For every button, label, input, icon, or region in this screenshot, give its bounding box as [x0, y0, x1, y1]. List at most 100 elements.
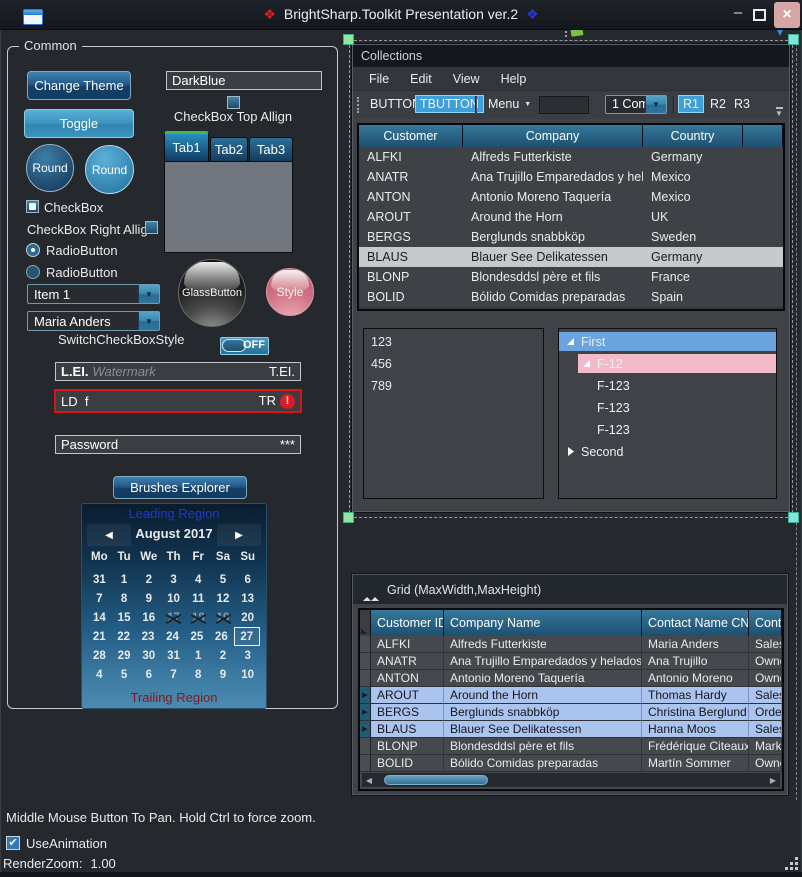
scroll-right-icon[interactable]: ▶	[766, 776, 780, 785]
table-row[interactable]: ▶BLAUSBlauer See DelikatessenHanna MoosS…	[360, 721, 782, 738]
row-header[interactable]	[360, 738, 371, 755]
calendar-day[interactable]: 12	[211, 589, 236, 608]
grid2-hscrollbar[interactable]: ◀ ▶	[362, 773, 780, 787]
menu-view[interactable]: View	[449, 70, 484, 88]
calendar-day[interactable]: 18	[186, 608, 211, 627]
brushes-explorer-button[interactable]: Brushes Explorer	[113, 476, 247, 499]
toolbar-radio-r3[interactable]: R3	[729, 95, 755, 113]
calendar-day[interactable]: 8	[112, 589, 137, 608]
selection-handle-tr[interactable]	[788, 34, 799, 45]
toolbar-overflow[interactable]: ▼	[773, 107, 785, 117]
combo-item[interactable]: Item 1 ▼	[27, 284, 160, 304]
tab-tab1[interactable]: Tab1	[164, 131, 209, 162]
checkbox-right-box[interactable]	[145, 221, 158, 234]
calendar-day[interactable]: 4	[87, 665, 112, 684]
switch-control[interactable]: OFF	[220, 337, 269, 355]
calendar-day[interactable]: 2	[211, 646, 236, 665]
row-header[interactable]: ▶	[360, 704, 371, 721]
close-button[interactable]: ×	[774, 2, 800, 28]
calendar-day[interactable]: 21	[87, 627, 111, 646]
toolbar-radio-r2[interactable]: R2	[705, 95, 731, 113]
row-header[interactable]	[360, 755, 371, 772]
select-all-corner[interactable]	[360, 610, 371, 636]
calendar-next-button[interactable]: ▶	[217, 524, 261, 546]
table-row[interactable]: ALFKIAlfreds FutterkisteGermany	[359, 147, 783, 167]
collections-title-bar[interactable]: Collections	[353, 45, 789, 67]
tree-item-f12[interactable]: F-12	[578, 354, 776, 373]
error-textbox[interactable]: LD f TR!	[54, 389, 302, 413]
calendar-day[interactable]: 13	[235, 589, 260, 608]
listbox[interactable]: 123456789	[363, 328, 544, 499]
calendar-day[interactable]: 17	[161, 608, 186, 627]
calendar-day[interactable]: 1	[112, 570, 137, 589]
checkbox-top-box[interactable]	[227, 96, 240, 109]
calendar-day[interactable]: 9	[211, 665, 236, 684]
calendar-day[interactable]: 19	[211, 608, 236, 627]
use-animation-checkbox[interactable]: ✔	[6, 836, 20, 850]
glass-button[interactable]: GlassButton	[178, 259, 246, 327]
row-header[interactable]	[360, 636, 371, 653]
toolbar-combo[interactable]: 1 Com ▼	[605, 95, 667, 114]
table-row[interactable]: ▶BERGSBerglunds snabbköpChristina Berglu…	[360, 704, 782, 721]
toolbar-textbox[interactable]	[539, 96, 589, 114]
calendar-day[interactable]: 8	[186, 665, 211, 684]
table-row[interactable]: ANTONAntonio Moreno TaqueríaMexico	[359, 187, 783, 207]
tab-tab3[interactable]: Tab3	[249, 137, 293, 162]
pin-icon[interactable]	[363, 583, 379, 597]
grid2-scroll-thumb[interactable]	[384, 775, 488, 785]
table-row[interactable]: BLONPBlondesddsl père et filsFrance	[359, 267, 783, 287]
style-button[interactable]: Style	[266, 268, 314, 316]
calendar-day[interactable]: 23	[136, 627, 160, 646]
checkbox-1[interactable]	[26, 200, 39, 213]
calendar-day[interactable]: 15	[112, 608, 137, 627]
calendar-day[interactable]: 9	[136, 589, 161, 608]
column-header-country[interactable]: Country	[643, 125, 743, 147]
table-row[interactable]: ANATRAna Trujillo Emparedados y helaMexi…	[359, 167, 783, 187]
calendar-day[interactable]: 22	[111, 627, 135, 646]
calendar-day[interactable]: 10	[161, 589, 186, 608]
list-item[interactable]: 456	[364, 353, 543, 375]
table-row[interactable]: AROUTAround the HornUK	[359, 207, 783, 227]
table-row[interactable]: ANATRAna Trujillo Emparedados y heladosA…	[360, 653, 782, 670]
row-header[interactable]: ▶	[360, 721, 371, 738]
resize-grip-icon[interactable]	[785, 857, 788, 860]
change-theme-button[interactable]: Change Theme	[27, 71, 131, 100]
tree-item-second[interactable]: Second	[559, 442, 776, 461]
table-row[interactable]: ▶AROUTAround the HornThomas HardySales	[360, 687, 782, 704]
calendar-day[interactable]: 4	[186, 570, 211, 589]
calendar-day[interactable]: 27	[234, 627, 260, 646]
selection-handle-br[interactable]	[788, 512, 799, 523]
calendar-day[interactable]: 10	[235, 665, 260, 684]
calendar-day[interactable]: 28	[87, 646, 112, 665]
menu-file[interactable]: File	[365, 70, 393, 88]
calendar-day[interactable]: 16	[136, 608, 161, 627]
menu-edit[interactable]: Edit	[406, 70, 436, 88]
toolbar-tbutton[interactable]: TBUTTON	[415, 95, 484, 113]
tab-tab2[interactable]: Tab2	[210, 137, 248, 162]
tree-item-first[interactable]: First	[559, 332, 776, 351]
toolbar-menu-button[interactable]: Menu▼	[483, 95, 536, 113]
row-header[interactable]	[360, 653, 371, 670]
calendar-day[interactable]: 7	[161, 665, 186, 684]
table-row[interactable]: BLAUSBlauer See DelikatessenGermany	[359, 247, 783, 267]
radio-1[interactable]	[26, 243, 40, 257]
calendar-day[interactable]: 6	[235, 570, 260, 589]
calendar-day[interactable]: 1	[186, 646, 211, 665]
calendar-day[interactable]: 5	[112, 665, 137, 684]
calendar-day[interactable]: 30	[136, 646, 161, 665]
calendar-day[interactable]: 31	[161, 646, 186, 665]
calendar-day[interactable]: 2	[136, 570, 161, 589]
minimize-button[interactable]: –	[729, 4, 747, 24]
combo-customer[interactable]: Maria Anders ▼	[27, 311, 160, 331]
calendar-day[interactable]: 6	[136, 665, 161, 684]
row-header[interactable]: ▶	[360, 687, 371, 704]
column-header-customer[interactable]: Customer	[359, 125, 463, 147]
theme-textbox[interactable]: DarkBlue	[166, 71, 322, 90]
calendar-day[interactable]: 5	[211, 570, 236, 589]
expander-expanded-icon[interactable]	[566, 337, 575, 346]
maximize-button[interactable]	[753, 9, 766, 21]
table-row[interactable]: ANTONAntonio Moreno TaqueríaAntonio More…	[360, 670, 782, 687]
column-header-company[interactable]: Company	[463, 125, 643, 147]
row-header[interactable]	[360, 670, 371, 687]
radio-2[interactable]	[26, 265, 40, 279]
